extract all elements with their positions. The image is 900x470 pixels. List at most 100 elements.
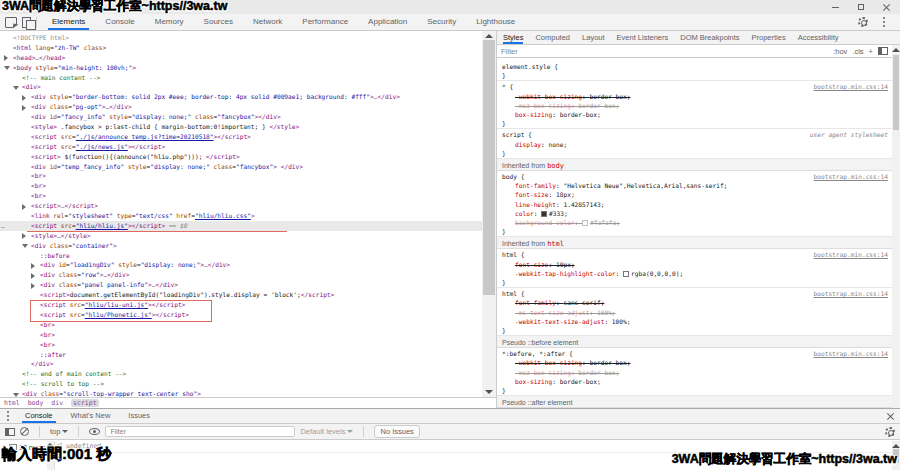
scrollbar-thumb[interactable] (893, 55, 899, 130)
tab-console[interactable]: Console (95, 14, 144, 30)
settings-gear-icon[interactable] (858, 17, 868, 27)
node-link[interactable]: html (547, 240, 564, 248)
css-property[interactable]: display: none; (502, 140, 888, 149)
devtools-menu-icon[interactable] (883, 17, 886, 27)
issues-counter[interactable]: No Issues (374, 425, 419, 438)
dom-tree-row[interactable]: <div class="scroll-top-wrapper text-cent… (0, 389, 482, 397)
dom-tree-row[interactable]: <br> (0, 181, 482, 191)
tab-network[interactable]: Network (243, 14, 292, 30)
dom-tree-row[interactable]: <!DOCTYPE html> (0, 33, 482, 43)
scroll-up-icon[interactable] (892, 444, 900, 448)
breadcrumb-item-div[interactable]: div (51, 399, 63, 407)
styles-tab-computed[interactable]: Computed (529, 31, 576, 44)
device-toolbar-icon[interactable] (22, 17, 31, 28)
styles-filter-input[interactable]: Filter (501, 47, 518, 56)
scroll-up-icon[interactable] (892, 48, 900, 52)
tab-memory[interactable]: Memory (145, 14, 194, 30)
dom-tree-row[interactable]: <!-- scroll to top --> (0, 379, 482, 389)
dom-tree-row[interactable]: <script>…</script> (0, 201, 482, 211)
console-prompt[interactable]: > (55, 453, 900, 464)
dom-tree-row[interactable]: <div style="border-bottom: solid 2px #ee… (0, 92, 482, 102)
css-property[interactable]: line-height: 1.42857143; (502, 200, 888, 209)
dom-tree-row[interactable]: <div id="fancy_info" style="display: non… (0, 112, 482, 122)
log-levels-dropdown[interactable]: Default levels (300, 427, 353, 436)
styles-tab-layout[interactable]: Layout (576, 31, 611, 44)
tab-sources[interactable]: Sources (194, 14, 243, 30)
console-sidebar-icon[interactable] (5, 428, 15, 436)
dom-tree-row[interactable]: ::after (0, 350, 482, 360)
scroll-down-icon[interactable] (485, 390, 493, 394)
inspect-element-icon[interactable] (5, 17, 17, 28)
dom-tree-row[interactable]: <div class="pg-opt">…</div> (0, 102, 482, 112)
styles-scrollbar[interactable] (892, 45, 900, 408)
css-property[interactable]: background-color: #fafafa; (502, 218, 888, 227)
dom-tree-row[interactable]: <link rel="stylesheet" type="text/css" h… (0, 211, 482, 221)
computed-sidebar-icon[interactable] (878, 47, 888, 55)
dom-tree-row[interactable]: <style> .fancybox > p:last-child { margi… (0, 122, 482, 132)
dom-tree-row[interactable]: <script src="./js/announce_temp.js?time=… (0, 132, 482, 142)
dom-tree-row[interactable]: <div class="container"> (0, 241, 482, 251)
window-maximize-icon[interactable] (858, 4, 864, 10)
expand-arrow-icon[interactable] (22, 95, 26, 101)
breadcrumb-item-script[interactable]: script (71, 399, 98, 407)
css-property[interactable]: box-sizing: border-box; (502, 377, 888, 386)
drawer-menu-icon[interactable] (7, 411, 10, 421)
tab-lighthouse[interactable]: Lighthouse (466, 14, 525, 30)
tab-application[interactable]: Application (358, 14, 417, 30)
breadcrumb-item-html[interactable]: html (4, 399, 20, 407)
console-filter-input[interactable]: Filter (105, 426, 295, 437)
stylesheet-link[interactable]: bootstrap.min.css:14 (813, 82, 888, 91)
dom-tree-row[interactable]: <!-- main content --> (0, 73, 482, 83)
css-property[interactable]: -webkit-box-sizing: border-box; (502, 358, 888, 367)
expand-arrow-icon[interactable] (31, 263, 35, 269)
collapse-arrow-icon[interactable] (13, 86, 19, 90)
window-close-icon[interactable] (883, 4, 890, 11)
collapse-arrow-icon[interactable] (4, 66, 10, 70)
dom-tree-row[interactable]: <br> (0, 191, 482, 201)
dom-tree-row[interactable]: …<script src="hliu/hliu.js"></script> ==… (0, 221, 482, 231)
stylesheet-link[interactable]: bootstrap.min.css:14 (813, 250, 888, 259)
dom-tree-row[interactable]: <div> (0, 82, 482, 92)
expand-arrow-icon[interactable] (22, 204, 26, 210)
styles-tab-styles[interactable]: Styles (497, 31, 529, 44)
dom-tree-row[interactable]: <div class="panel panel-info">…</div> (0, 280, 482, 290)
tab-security[interactable]: Security (417, 14, 466, 30)
dom-tree-row[interactable]: <div class="row">…</div> (0, 270, 482, 280)
styles-tab-accessibility[interactable]: Accessibility (792, 31, 845, 44)
css-property[interactable]: -webkit-box-sizing: border-box; (502, 92, 888, 101)
drawer-tab-issues[interactable]: Issues (119, 409, 159, 423)
expand-arrow-icon[interactable] (4, 55, 8, 61)
dom-tree-row[interactable]: ::before (0, 251, 482, 261)
css-property[interactable]: font-size: 18px; (502, 190, 888, 199)
dom-tree-row[interactable]: <div id="loadingDiv" style="display: non… (0, 260, 482, 270)
stylesheet-link[interactable]: bootstrap.min.css:14 (813, 172, 888, 181)
dom-tree-row[interactable]: <html lang="zh-TW" class> (0, 43, 482, 53)
scrollbar-thumb[interactable] (483, 40, 495, 295)
dom-tree-row[interactable]: <script>document.getElementById("loading… (0, 290, 482, 300)
css-property[interactable]: font-family: sans-serif; (502, 298, 888, 307)
stylesheet-link[interactable]: bootstrap.min.css:14 (813, 349, 888, 358)
expand-arrow-icon[interactable] (22, 105, 26, 111)
clear-console-icon[interactable] (20, 427, 29, 436)
window-minimize-icon[interactable] (832, 7, 839, 8)
dom-tree-row[interactable]: <script> $(function(){(announce("hliu.ph… (0, 152, 482, 162)
css-property[interactable]: -ms-text-size-adjust: 100%; (502, 308, 888, 317)
tab-performance[interactable]: Performance (292, 14, 358, 30)
css-property[interactable]: -webkit-text-size-adjust: 100%; (502, 317, 888, 326)
dom-tree-row[interactable]: <div id="temp_fancy_info" style="display… (0, 162, 482, 172)
css-property[interactable]: box-sizing: border-box; (502, 110, 888, 119)
elements-scrollbar[interactable] (482, 31, 496, 397)
dom-tree-row[interactable]: <script src="hliu/liu-uni.js"></script> (0, 300, 482, 310)
css-property[interactable]: -moz-box-sizing: border-box; (502, 101, 888, 110)
dom-tree-row[interactable]: <body style="min-height: 100vh;"> (0, 63, 482, 73)
expand-arrow-icon[interactable] (31, 273, 35, 279)
dom-tree-row[interactable]: <style>…</style> (0, 231, 482, 241)
live-expression-icon[interactable] (89, 428, 100, 435)
dom-tree-row[interactable]: <head>…</head> (0, 53, 482, 63)
console-settings-icon[interactable] (885, 427, 895, 437)
dom-tree-row[interactable]: <br> (0, 330, 482, 340)
expand-arrow-icon[interactable] (22, 233, 26, 239)
hov-toggle[interactable]: :hov (833, 47, 847, 56)
dom-tree-row[interactable]: <br> (0, 171, 482, 181)
stylesheet-link[interactable]: bootstrap.min.css:14 (813, 289, 888, 298)
